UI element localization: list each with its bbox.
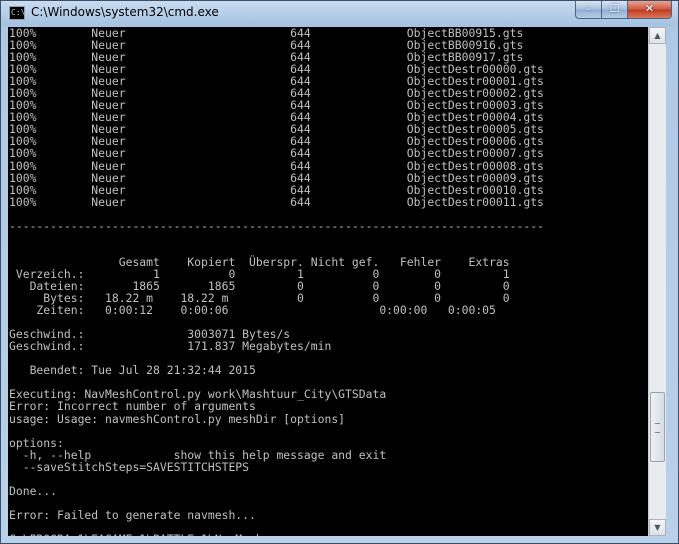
scroll-down-button[interactable]: ▼ bbox=[649, 519, 666, 536]
thumb-grip-icon bbox=[655, 423, 660, 433]
cmd-window: C:\ C:\Windows\system32\cmd.exe – ☐ ✕ 10… bbox=[0, 0, 679, 544]
console-line: Error: Failed to generate navmesh... bbox=[9, 507, 256, 522]
console-line: Done... bbox=[9, 483, 58, 498]
close-button[interactable]: ✕ bbox=[628, 1, 672, 19]
console-line: usage: Usage: navmeshControl.py meshDir … bbox=[9, 411, 346, 426]
console-app-icon[interactable]: C:\ bbox=[9, 6, 25, 20]
title-bar[interactable]: C:\ C:\Windows\system32\cmd.exe – ☐ ✕ bbox=[1, 1, 678, 26]
console-line: Zeiten: 0:00:12 0:00:06 0:00:00 0:00:05 bbox=[36, 303, 496, 318]
scroll-up-button[interactable]: ▲ bbox=[649, 27, 666, 44]
window-title: C:\Windows\system32\cmd.exe bbox=[31, 5, 219, 19]
console-line: Beendet: Tue Jul 28 21:32:44 2015 bbox=[29, 363, 256, 378]
console-line: --saveStitchSteps=SAVESTITCHSTEPS bbox=[22, 459, 250, 474]
console-line: 100% Neuer 644 ObjectDestr00011.gts bbox=[9, 194, 544, 209]
minimize-button[interactable]: – bbox=[575, 1, 602, 19]
console-line: C:\PROGRA~1\EAGAME~1\BATTLE~1\NavMesh> bbox=[9, 532, 270, 536]
console-text[interactable]: 100% Neuer 644 ObjectBB00915.gts 100% Ne… bbox=[8, 27, 648, 536]
caption-buttons: – ☐ ✕ bbox=[575, 1, 672, 19]
console-line: Geschwind.: 171.837 Megabytes/min bbox=[9, 339, 332, 354]
console-line: ----------------------------------------… bbox=[9, 218, 544, 233]
scroll-thumb[interactable] bbox=[650, 392, 665, 462]
vertical-scrollbar[interactable]: ▲ ▼ bbox=[648, 27, 666, 536]
console-output[interactable]: 100% Neuer 644 ObjectBB00915.gts 100% Ne… bbox=[8, 27, 648, 536]
maximize-button[interactable]: ☐ bbox=[602, 1, 628, 19]
